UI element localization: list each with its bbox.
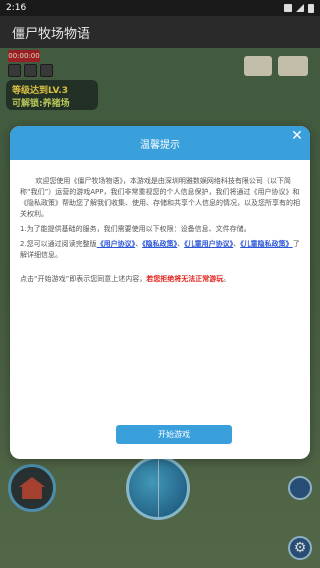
signal-icon bbox=[296, 4, 304, 12]
agreements-paragraph: 2.您可以通过阅读完整版《用户协议》、《隐私政策》、《儿童用户协议》、《儿童隐私… bbox=[20, 239, 300, 261]
status-time: 2:16 bbox=[6, 3, 27, 13]
privacy-dialog: 温馨提示 ✕ 欢迎您使用《僵尸牧场物语》，本游戏是由深圳明雅数娱网络科技有限公司… bbox=[10, 126, 310, 459]
status-bar: 2:16 bbox=[0, 0, 320, 16]
close-icon[interactable]: ✕ bbox=[290, 129, 304, 143]
dialog-body: 欢迎您使用《僵尸牧场物语》，本游戏是由深圳明雅数娱网络科技有限公司（以下简称“我… bbox=[10, 160, 310, 285]
battery-icon bbox=[308, 3, 314, 13]
dialog-header: 温馨提示 ✕ bbox=[10, 126, 310, 160]
agreements-prefix: 2.您可以通过阅读完整版 bbox=[20, 240, 97, 248]
intro-paragraph: 欢迎您使用《僵尸牧场物语》，本游戏是由深圳明雅数娱网络科技有限公司（以下简称“我… bbox=[20, 177, 300, 218]
user-agreement-link[interactable]: 《用户协议》 bbox=[97, 240, 136, 248]
child-privacy-policy-link[interactable]: 《儿童隐私政策》 bbox=[240, 240, 293, 248]
app-title: 僵尸牧场物语 bbox=[12, 26, 91, 42]
privacy-policy-link[interactable]: 《隐私政策》 bbox=[142, 240, 177, 248]
consent-prefix: 点击“开始游戏”即表示您同意上述内容， bbox=[20, 275, 147, 283]
refusal-warning: 若您拒绝将无法正常游玩 bbox=[146, 275, 224, 283]
status-icons bbox=[284, 3, 314, 13]
start-game-button[interactable]: 开始游戏 bbox=[116, 425, 232, 444]
consent-suffix: 。 bbox=[223, 275, 231, 283]
consent-paragraph: 点击“开始游戏”即表示您同意上述内容，若您拒绝将无法正常游玩。 bbox=[20, 274, 300, 285]
child-user-agreement-link[interactable]: 《儿童用户协议》 bbox=[184, 240, 233, 248]
location-icon bbox=[284, 4, 292, 12]
permissions-paragraph: 1.为了能提供基础的服务，我们需要使用以下权限：设备信息、文件存储。 bbox=[20, 225, 251, 233]
app-title-bar: 僵尸牧场物语 bbox=[0, 16, 320, 48]
dialog-title: 温馨提示 bbox=[140, 139, 180, 151]
